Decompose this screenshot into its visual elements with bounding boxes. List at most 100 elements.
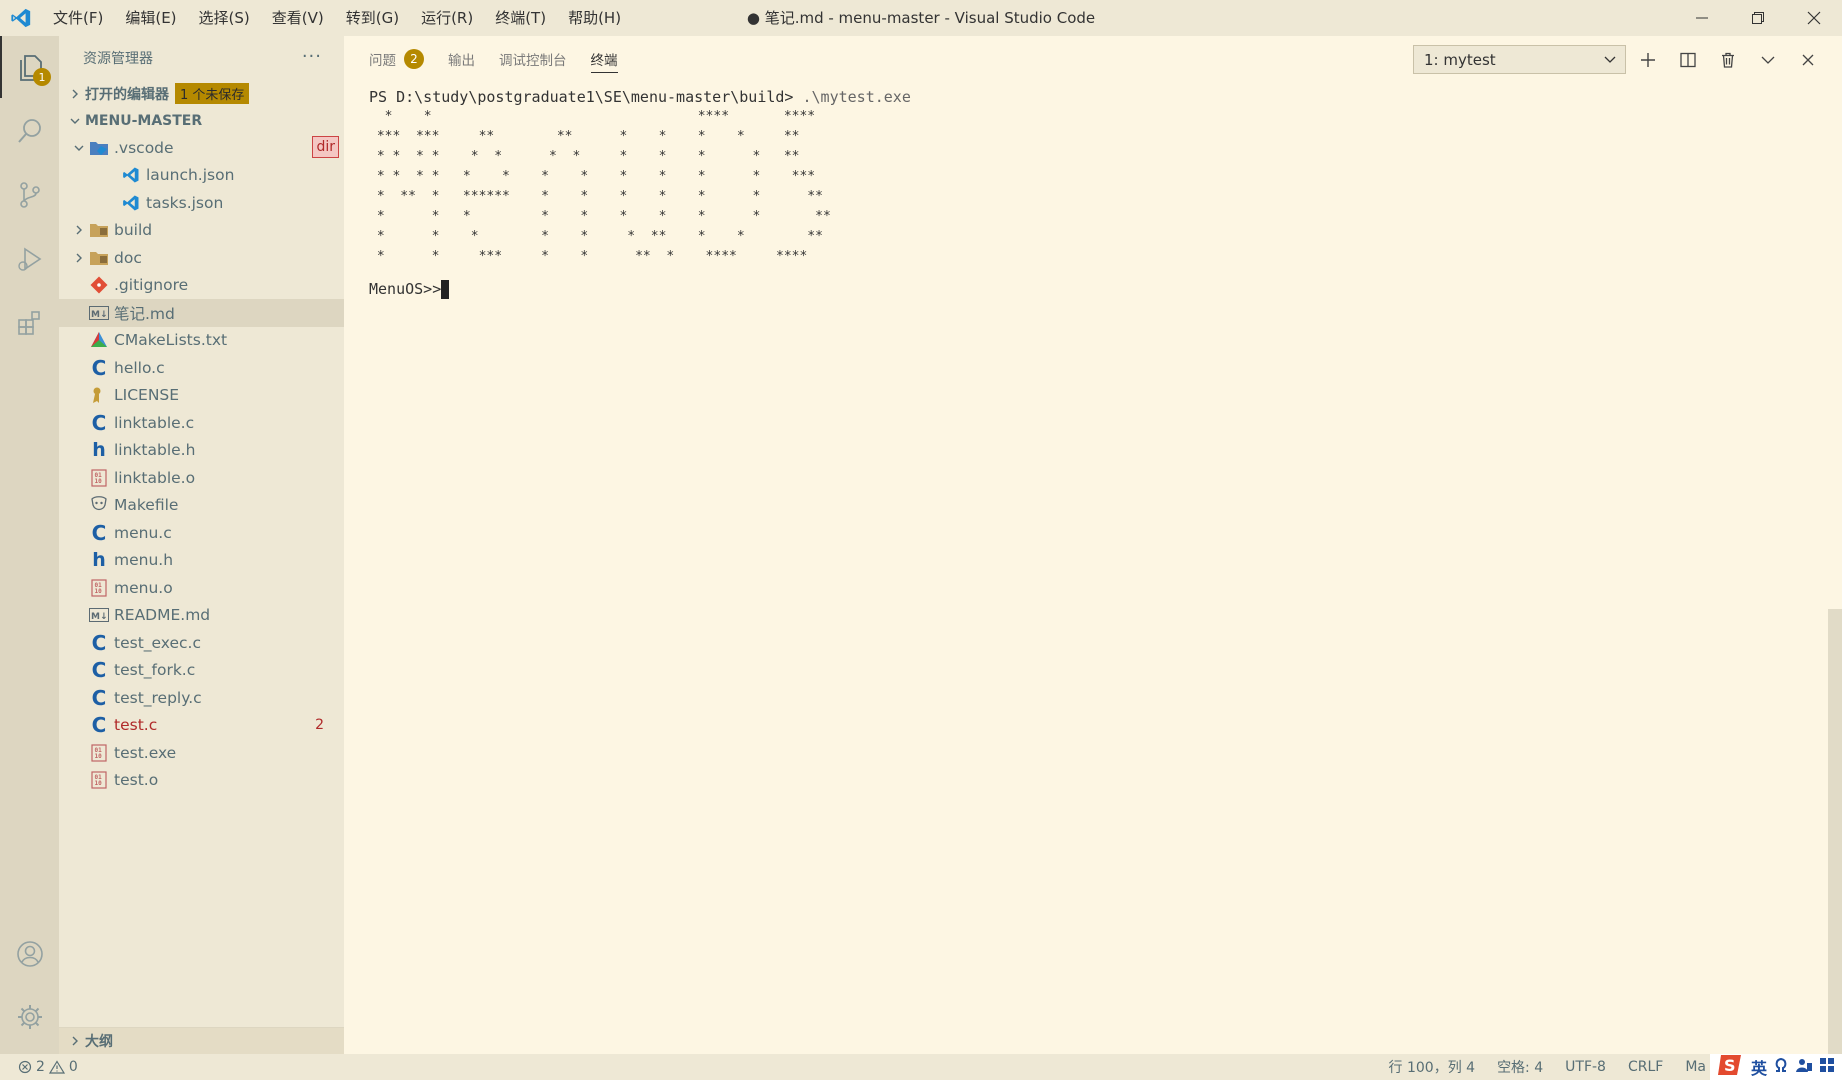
account-icon[interactable] xyxy=(0,923,59,985)
chevron-right-icon xyxy=(71,253,87,263)
warning-count: 0 xyxy=(68,1059,78,1075)
svg-text:10: 10 xyxy=(95,478,103,485)
restore-icon[interactable] xyxy=(1730,0,1786,36)
split-terminal-icon[interactable] xyxy=(1668,45,1708,74)
encoding[interactable]: UTF-8 xyxy=(1565,1059,1606,1075)
file-name: build xyxy=(114,221,153,240)
search-icon[interactable] xyxy=(0,100,59,162)
vscode-json-icon xyxy=(121,165,141,185)
menu-go[interactable]: 转到(G) xyxy=(335,0,410,36)
tree-file[interactable]: Ctest.c 2 xyxy=(59,712,344,740)
ime-grid-icon[interactable] xyxy=(1819,1057,1835,1077)
tab-debug-console[interactable]: 调试控制台 xyxy=(499,36,567,82)
terminal-command-line: PS D:\study\postgraduate1\SE\menu-master… xyxy=(369,87,911,107)
file-name: README.md xyxy=(114,606,211,625)
line-ending[interactable]: CRLF xyxy=(1628,1059,1663,1075)
explorer-header: 资源管理器 ··· xyxy=(59,36,344,80)
ime-user-icon[interactable] xyxy=(1795,1057,1813,1077)
c-icon: C xyxy=(91,713,107,738)
c-icon: C xyxy=(91,520,107,545)
outline-section[interactable]: 大纲 xyxy=(59,1027,344,1054)
file-name: Makefile xyxy=(114,496,179,515)
warning-icon xyxy=(48,1060,65,1074)
open-editors-section[interactable]: 打开的编辑器 1 个未保存 xyxy=(59,80,344,107)
terminal-prompt-path: PS D:\study\postgraduate1\SE\menu-master… xyxy=(369,88,794,106)
tree-file[interactable]: Chello.c xyxy=(59,354,344,382)
ime-mode-label[interactable]: 英 xyxy=(1751,1055,1767,1079)
tree-file[interactable]: Ctest_fork.c xyxy=(59,657,344,685)
unsaved-badge: 1 个未保存 xyxy=(175,83,250,104)
tree-folder[interactable]: doc xyxy=(59,244,344,272)
tree-file[interactable]: M↓ 笔记.md xyxy=(59,299,344,327)
chevron-right-icon xyxy=(65,89,85,99)
terminal-scrollbar[interactable] xyxy=(1828,609,1842,1054)
tab-terminal[interactable]: 终端 xyxy=(590,36,618,82)
tree-file[interactable]: Ctest_exec.c xyxy=(59,629,344,657)
open-editors-label: 打开的编辑器 xyxy=(85,86,169,103)
tree-file[interactable]: tasks.json xyxy=(59,189,344,217)
ime-symbol-icon[interactable] xyxy=(1773,1057,1789,1077)
tab-problems[interactable]: 问题 2 xyxy=(369,36,424,82)
run-debug-icon[interactable] xyxy=(0,228,59,290)
tree-file[interactable]: 01 10 test.o xyxy=(59,767,344,795)
tree-file[interactable]: Cmenu.c xyxy=(59,519,344,547)
minimize-icon[interactable] xyxy=(1674,0,1730,36)
cursor-position[interactable]: 行 100，列 4 xyxy=(1389,1057,1476,1077)
tree-file[interactable]: h menu.h xyxy=(59,547,344,575)
menu-view[interactable]: 查看(V) xyxy=(261,0,335,36)
tree-file[interactable]: .gitignore xyxy=(59,272,344,300)
tree-folder[interactable]: build xyxy=(59,217,344,245)
maximize-panel-chevron-icon[interactable] xyxy=(1748,45,1788,74)
file-name: launch.json xyxy=(146,166,235,185)
close-panel-icon[interactable] xyxy=(1788,45,1828,74)
tree-file[interactable]: Makefile xyxy=(59,492,344,520)
folder-icon xyxy=(89,248,109,268)
tree-file[interactable]: 01 10 menu.o xyxy=(59,574,344,602)
settings-gear-icon[interactable] xyxy=(0,986,59,1048)
menu-terminal[interactable]: 终端(T) xyxy=(484,0,557,36)
file-name: hello.c xyxy=(114,358,165,377)
tree-file[interactable]: launch.json xyxy=(59,162,344,190)
terminal-output[interactable]: PS D:\study\postgraduate1\SE\menu-master… xyxy=(369,87,911,299)
problems-status[interactable]: 2 0 xyxy=(0,1059,82,1075)
c-icon: C xyxy=(91,658,107,683)
file-name: menu.o xyxy=(114,578,173,597)
source-control-icon[interactable] xyxy=(0,164,59,226)
explorer-icon[interactable]: 1 xyxy=(0,36,59,98)
extensions-icon[interactable] xyxy=(0,292,59,354)
indentation[interactable]: 空格: 4 xyxy=(1497,1057,1543,1077)
more-actions-icon[interactable]: ··· xyxy=(302,46,322,67)
markdown-icon: M↓ xyxy=(89,303,109,323)
language-mode[interactable]: Ma xyxy=(1685,1059,1706,1075)
tree-file[interactable]: Clinktable.c xyxy=(59,409,344,437)
file-name: tasks.json xyxy=(146,193,224,212)
tree-folder[interactable]: .vscode dir xyxy=(59,134,344,162)
tree-file[interactable]: h linktable.h xyxy=(59,437,344,465)
cmake-icon xyxy=(89,330,109,350)
tab-output[interactable]: 输出 xyxy=(448,36,475,82)
outline-label: 大纲 xyxy=(85,1034,113,1050)
menu-selection[interactable]: 选择(S) xyxy=(188,0,261,36)
tree-file[interactable]: LICENSE xyxy=(59,382,344,410)
file-name: test_exec.c xyxy=(114,633,201,652)
tree-file[interactable]: 01 10 linktable.o xyxy=(59,464,344,492)
menu-help[interactable]: 帮助(H) xyxy=(557,0,632,36)
svg-text:M↓: M↓ xyxy=(91,310,108,320)
menu-run[interactable]: 运行(R) xyxy=(410,0,484,36)
tree-file[interactable]: CMakeLists.txt xyxy=(59,327,344,355)
menu-edit[interactable]: 编辑(E) xyxy=(114,0,187,36)
title-bar: 文件(F) 编辑(E) 选择(S) 查看(V) 转到(G) 运行(R) 终端(T… xyxy=(0,0,1842,36)
menu-bar: 文件(F) 编辑(E) 选择(S) 查看(V) 转到(G) 运行(R) 终端(T… xyxy=(42,0,632,36)
sogou-logo-icon[interactable]: S xyxy=(1717,1052,1745,1080)
tree-file[interactable]: Ctest_reply.c xyxy=(59,684,344,712)
project-section[interactable]: MENU-MASTER xyxy=(59,107,344,134)
git-icon xyxy=(89,275,109,295)
menu-file[interactable]: 文件(F) xyxy=(42,0,114,36)
terminal-select[interactable]: 1: mytest xyxy=(1413,45,1626,74)
tree-file[interactable]: M↓ README.md xyxy=(59,602,344,630)
trash-icon[interactable] xyxy=(1708,45,1748,74)
chevron-right-icon xyxy=(71,225,87,235)
close-window-icon[interactable] xyxy=(1786,0,1842,36)
tree-file[interactable]: 01 10 test.exe xyxy=(59,739,344,767)
new-terminal-plus-icon[interactable] xyxy=(1628,45,1668,74)
